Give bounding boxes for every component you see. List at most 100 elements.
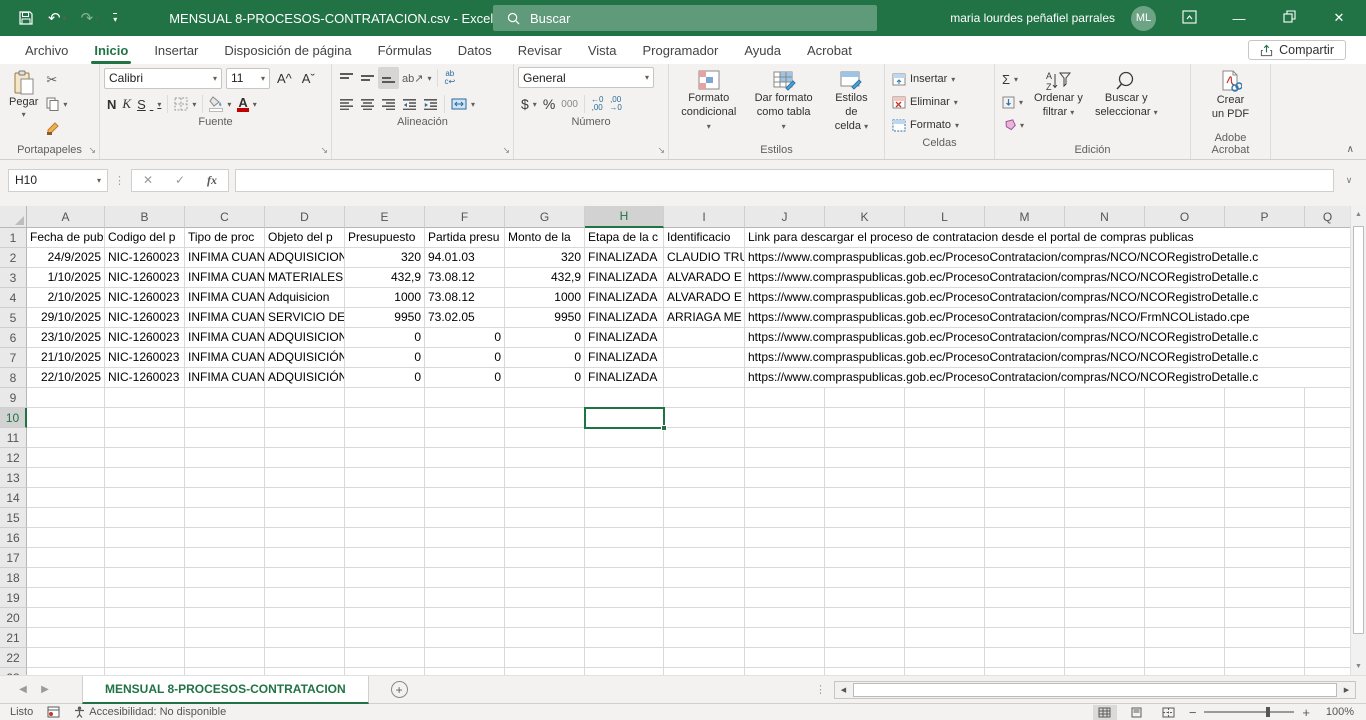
customize-qat-button[interactable]: ▾ bbox=[113, 13, 117, 24]
tab-vista[interactable]: Vista bbox=[575, 36, 630, 64]
zoom-in-button[interactable]: + bbox=[1302, 705, 1310, 720]
sheet-nav-right-button[interactable]: ▶ bbox=[36, 684, 54, 695]
cell-Q22[interactable] bbox=[1305, 648, 1350, 668]
cell-F6[interactable]: 0 bbox=[425, 328, 505, 348]
row-header-7[interactable]: 7 bbox=[0, 348, 27, 368]
cell-J3[interactable]: https://www.compraspublicas.gob.ec/Proce… bbox=[745, 268, 1350, 288]
share-button[interactable]: Compartir bbox=[1248, 40, 1346, 60]
selected-cell-outline[interactable] bbox=[584, 407, 665, 429]
cell-C12[interactable] bbox=[185, 448, 265, 468]
cell-N12[interactable] bbox=[1065, 448, 1145, 468]
cell-C9[interactable] bbox=[185, 388, 265, 408]
cell-P16[interactable] bbox=[1225, 528, 1305, 548]
cell-C23[interactable] bbox=[185, 668, 265, 675]
sheet-nav-left-button[interactable]: ◀ bbox=[14, 684, 32, 695]
cell-H14[interactable] bbox=[585, 488, 664, 508]
cell-F4[interactable]: 73.08.12 bbox=[425, 288, 505, 308]
cell-O21[interactable] bbox=[1145, 628, 1225, 648]
cell-Q11[interactable] bbox=[1305, 428, 1350, 448]
cell-B9[interactable] bbox=[105, 388, 185, 408]
cell-C11[interactable] bbox=[185, 428, 265, 448]
cell-M19[interactable] bbox=[985, 588, 1065, 608]
cell-D11[interactable] bbox=[265, 428, 345, 448]
alignment-dialog-launcher[interactable]: ↘ bbox=[502, 145, 510, 156]
cell-G3[interactable]: 432,9 bbox=[505, 268, 585, 288]
cell-C16[interactable] bbox=[185, 528, 265, 548]
vertical-scrollbar-thumb[interactable] bbox=[1353, 226, 1364, 634]
cell-K14[interactable] bbox=[825, 488, 905, 508]
cell-D17[interactable] bbox=[265, 548, 345, 568]
row-header-17[interactable]: 17 bbox=[0, 548, 27, 568]
cell-B6[interactable]: NIC-1260023 bbox=[105, 328, 185, 348]
cell-M10[interactable] bbox=[985, 408, 1065, 428]
cell-K15[interactable] bbox=[825, 508, 905, 528]
cell-C4[interactable]: INFIMA CUAN bbox=[185, 288, 265, 308]
cell-B12[interactable] bbox=[105, 448, 185, 468]
cell-H7[interactable]: FINALIZADA bbox=[585, 348, 664, 368]
cell-K10[interactable] bbox=[825, 408, 905, 428]
paste-button[interactable]: Pegar ▾ bbox=[4, 67, 43, 123]
cell-E7[interactable]: 0 bbox=[345, 348, 425, 368]
tab-archivo[interactable]: Archivo bbox=[12, 36, 81, 64]
cell-I12[interactable] bbox=[664, 448, 745, 468]
cell-I15[interactable] bbox=[664, 508, 745, 528]
cell-B21[interactable] bbox=[105, 628, 185, 648]
cell-B8[interactable]: NIC-1260023 bbox=[105, 368, 185, 388]
column-header-E[interactable]: E bbox=[345, 206, 425, 228]
horizontal-scrollbar[interactable]: ◀ ▶ bbox=[834, 681, 1356, 699]
cell-M18[interactable] bbox=[985, 568, 1065, 588]
cell-G12[interactable] bbox=[505, 448, 585, 468]
cell-E17[interactable] bbox=[345, 548, 425, 568]
cell-K23[interactable] bbox=[825, 668, 905, 675]
column-header-I[interactable]: I bbox=[664, 206, 745, 228]
accessibility-status[interactable]: Accesibilidad: No disponible bbox=[74, 706, 226, 718]
tab-ayuda[interactable]: Ayuda bbox=[731, 36, 794, 64]
cell-E19[interactable] bbox=[345, 588, 425, 608]
cell-O11[interactable] bbox=[1145, 428, 1225, 448]
row-header-18[interactable]: 18 bbox=[0, 568, 27, 588]
cell-G20[interactable] bbox=[505, 608, 585, 628]
autosum-button[interactable]: Σ▾ bbox=[999, 68, 1027, 90]
cell-J10[interactable] bbox=[745, 408, 825, 428]
cell-H8[interactable]: FINALIZADA bbox=[585, 368, 664, 388]
format-cells-button[interactable]: Formato▾ bbox=[889, 114, 990, 136]
cell-B5[interactable]: NIC-1260023 bbox=[105, 308, 185, 328]
cell-F9[interactable] bbox=[425, 388, 505, 408]
cell-F8[interactable]: 0 bbox=[425, 368, 505, 388]
cell-C13[interactable] bbox=[185, 468, 265, 488]
cell-Q12[interactable] bbox=[1305, 448, 1350, 468]
create-pdf-button[interactable]: Crearun PDF bbox=[1207, 67, 1254, 125]
cell-I6[interactable] bbox=[664, 328, 745, 348]
cell-I18[interactable] bbox=[664, 568, 745, 588]
cell-H19[interactable] bbox=[585, 588, 664, 608]
cell-O15[interactable] bbox=[1145, 508, 1225, 528]
cell-H2[interactable]: FINALIZADA bbox=[585, 248, 664, 268]
cell-J14[interactable] bbox=[745, 488, 825, 508]
cell-F11[interactable] bbox=[425, 428, 505, 448]
cell-A7[interactable]: 21/10/2025 bbox=[27, 348, 105, 368]
cell-I22[interactable] bbox=[664, 648, 745, 668]
cell-B23[interactable] bbox=[105, 668, 185, 675]
cell-L23[interactable] bbox=[905, 668, 985, 675]
cell-O9[interactable] bbox=[1145, 388, 1225, 408]
paste-dropdown-icon[interactable]: ▾ bbox=[22, 110, 26, 120]
wrap-text-button[interactable]: abc↩ bbox=[441, 67, 458, 89]
cell-O22[interactable] bbox=[1145, 648, 1225, 668]
cell-A19[interactable] bbox=[27, 588, 105, 608]
align-middle-button[interactable] bbox=[357, 67, 378, 89]
cell-Q15[interactable] bbox=[1305, 508, 1350, 528]
cell-I4[interactable]: ALVARADO E bbox=[664, 288, 745, 308]
cell-D9[interactable] bbox=[265, 388, 345, 408]
cell-L10[interactable] bbox=[905, 408, 985, 428]
scroll-down-button[interactable]: ▼ bbox=[1351, 658, 1366, 675]
cell-J17[interactable] bbox=[745, 548, 825, 568]
column-header-P[interactable]: P bbox=[1225, 206, 1305, 228]
number-dialog-launcher[interactable]: ↘ bbox=[657, 145, 665, 156]
row-header-14[interactable]: 14 bbox=[0, 488, 27, 508]
cell-H20[interactable] bbox=[585, 608, 664, 628]
cell-M21[interactable] bbox=[985, 628, 1065, 648]
cell-H3[interactable]: FINALIZADA bbox=[585, 268, 664, 288]
cell-A9[interactable] bbox=[27, 388, 105, 408]
cell-D6[interactable]: ADQUISICION bbox=[265, 328, 345, 348]
column-header-H[interactable]: H bbox=[585, 206, 664, 228]
